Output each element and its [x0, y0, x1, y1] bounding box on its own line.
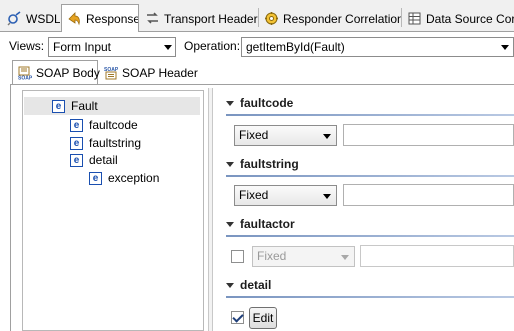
tab-soap-body-label: SOAP Body — [36, 66, 100, 80]
tree-node-label: detail — [89, 153, 118, 167]
tree-selection-highlight — [24, 97, 200, 115]
tab-soap-header[interactable]: SOAP SOAP Header — [99, 62, 198, 84]
section-faultactor-header[interactable]: faultactor — [226, 215, 295, 233]
element-icon: e — [52, 99, 65, 113]
tree-node-exception[interactable]: e exception — [89, 169, 159, 187]
editor-tab-strip: WSDL Response Transport Header Responder… — [0, 0, 514, 32]
tab-response[interactable]: Response — [61, 4, 139, 32]
soap-header-icon: SOAP — [104, 66, 118, 80]
panel-splitter[interactable] — [208, 88, 213, 331]
operation-select[interactable]: getItemById(Fault) — [241, 37, 514, 57]
operation-select-value: getItemById(Fault) — [246, 40, 345, 54]
section-faultcode-header[interactable]: faultcode — [226, 94, 293, 112]
faultstring-mode-value: Fixed — [239, 188, 269, 202]
chevron-down-icon — [501, 45, 509, 50]
section-detail-header[interactable]: detail — [226, 276, 271, 294]
section-title: faultcode — [240, 96, 294, 110]
tree-node-faultcode[interactable]: e faultcode — [70, 116, 138, 134]
detail-edit-button-label: Edit — [252, 311, 274, 325]
faultstring-mode-select[interactable]: Fixed — [234, 185, 337, 206]
tree-node-fault[interactable]: e Fault — [52, 97, 98, 115]
tree-node-detail[interactable]: e detail — [70, 151, 118, 169]
tree-node-faultstring[interactable]: e faultstring — [70, 134, 141, 152]
wsdl-icon — [7, 11, 22, 26]
tab-data-source-label: Data Source Corr — [426, 11, 514, 26]
collapse-triangle-icon — [226, 221, 234, 227]
element-icon: e — [70, 136, 83, 150]
transport-header-icon — [145, 11, 160, 26]
tab-response-label: Response — [86, 11, 139, 26]
faultactor-include-checkbox[interactable] — [231, 250, 244, 263]
element-icon: e — [70, 118, 83, 132]
views-select-value: Form Input — [53, 40, 112, 54]
chevron-down-icon — [323, 134, 331, 139]
tree-node-label: faultcode — [89, 118, 138, 132]
chevron-down-icon — [164, 45, 172, 50]
faultcode-mode-value: Fixed — [239, 128, 269, 142]
responder-correlation-icon — [264, 11, 279, 26]
tab-responder-correlation-label: Responder Correlation — [283, 11, 401, 26]
views-operation-row: Views: Form Input Operation: getItemById… — [0, 32, 514, 60]
collapse-triangle-icon — [226, 282, 234, 288]
faultstring-value-input[interactable] — [343, 184, 514, 206]
soap-tab-strip: SOAP SOAP Body SOAP SOAP Header — [0, 60, 514, 85]
tab-data-source-correlation[interactable]: Data Source Corr — [402, 6, 514, 31]
detail-edit-button[interactable]: Edit — [249, 307, 277, 329]
chevron-down-icon — [323, 194, 331, 199]
tab-responder-correlation[interactable]: Responder Correlation — [259, 6, 401, 31]
tab-wsdl[interactable]: WSDL — [2, 6, 60, 31]
faultcode-mode-select[interactable]: Fixed — [234, 125, 337, 146]
tree-node-label: faultstring — [89, 136, 142, 150]
tree-node-label: Fault — [71, 99, 98, 113]
section-faultstring-header[interactable]: faultstring — [226, 155, 299, 173]
section-divider — [226, 114, 514, 116]
tab-wsdl-label: WSDL — [26, 11, 60, 26]
section-title: detail — [240, 278, 272, 292]
views-select[interactable]: Form Input — [48, 37, 176, 57]
section-title: faultactor — [240, 217, 295, 231]
views-label: Views: — [9, 39, 45, 53]
data-source-icon — [407, 11, 422, 26]
soap-body-icon: SOAP — [18, 66, 32, 80]
tab-transport-header[interactable]: Transport Header — [140, 6, 258, 31]
collapse-triangle-icon — [226, 161, 234, 167]
tree-node-label: exception — [108, 171, 160, 185]
detail-include-checkbox[interactable] — [231, 311, 244, 324]
tab-soap-header-label: SOAP Header — [122, 66, 198, 80]
svg-text:SOAP: SOAP — [18, 76, 32, 81]
faultactor-mode-select: Fixed — [252, 246, 355, 267]
tab-soap-body[interactable]: SOAP SOAP Body — [12, 60, 100, 85]
section-divider — [226, 235, 514, 237]
element-icon: e — [70, 153, 83, 167]
operation-label: Operation: — [184, 39, 241, 53]
section-title: faultstring — [240, 157, 299, 171]
response-icon — [67, 11, 82, 26]
tab-transport-header-label: Transport Header — [164, 11, 258, 26]
section-divider — [226, 175, 514, 177]
faultcode-value-input[interactable] — [343, 124, 514, 146]
faultactor-value-input — [360, 245, 514, 267]
collapse-triangle-icon — [226, 100, 234, 106]
element-icon: e — [89, 171, 102, 185]
chevron-down-icon — [341, 255, 349, 260]
section-divider — [226, 296, 514, 298]
faultactor-mode-value: Fixed — [257, 249, 287, 263]
